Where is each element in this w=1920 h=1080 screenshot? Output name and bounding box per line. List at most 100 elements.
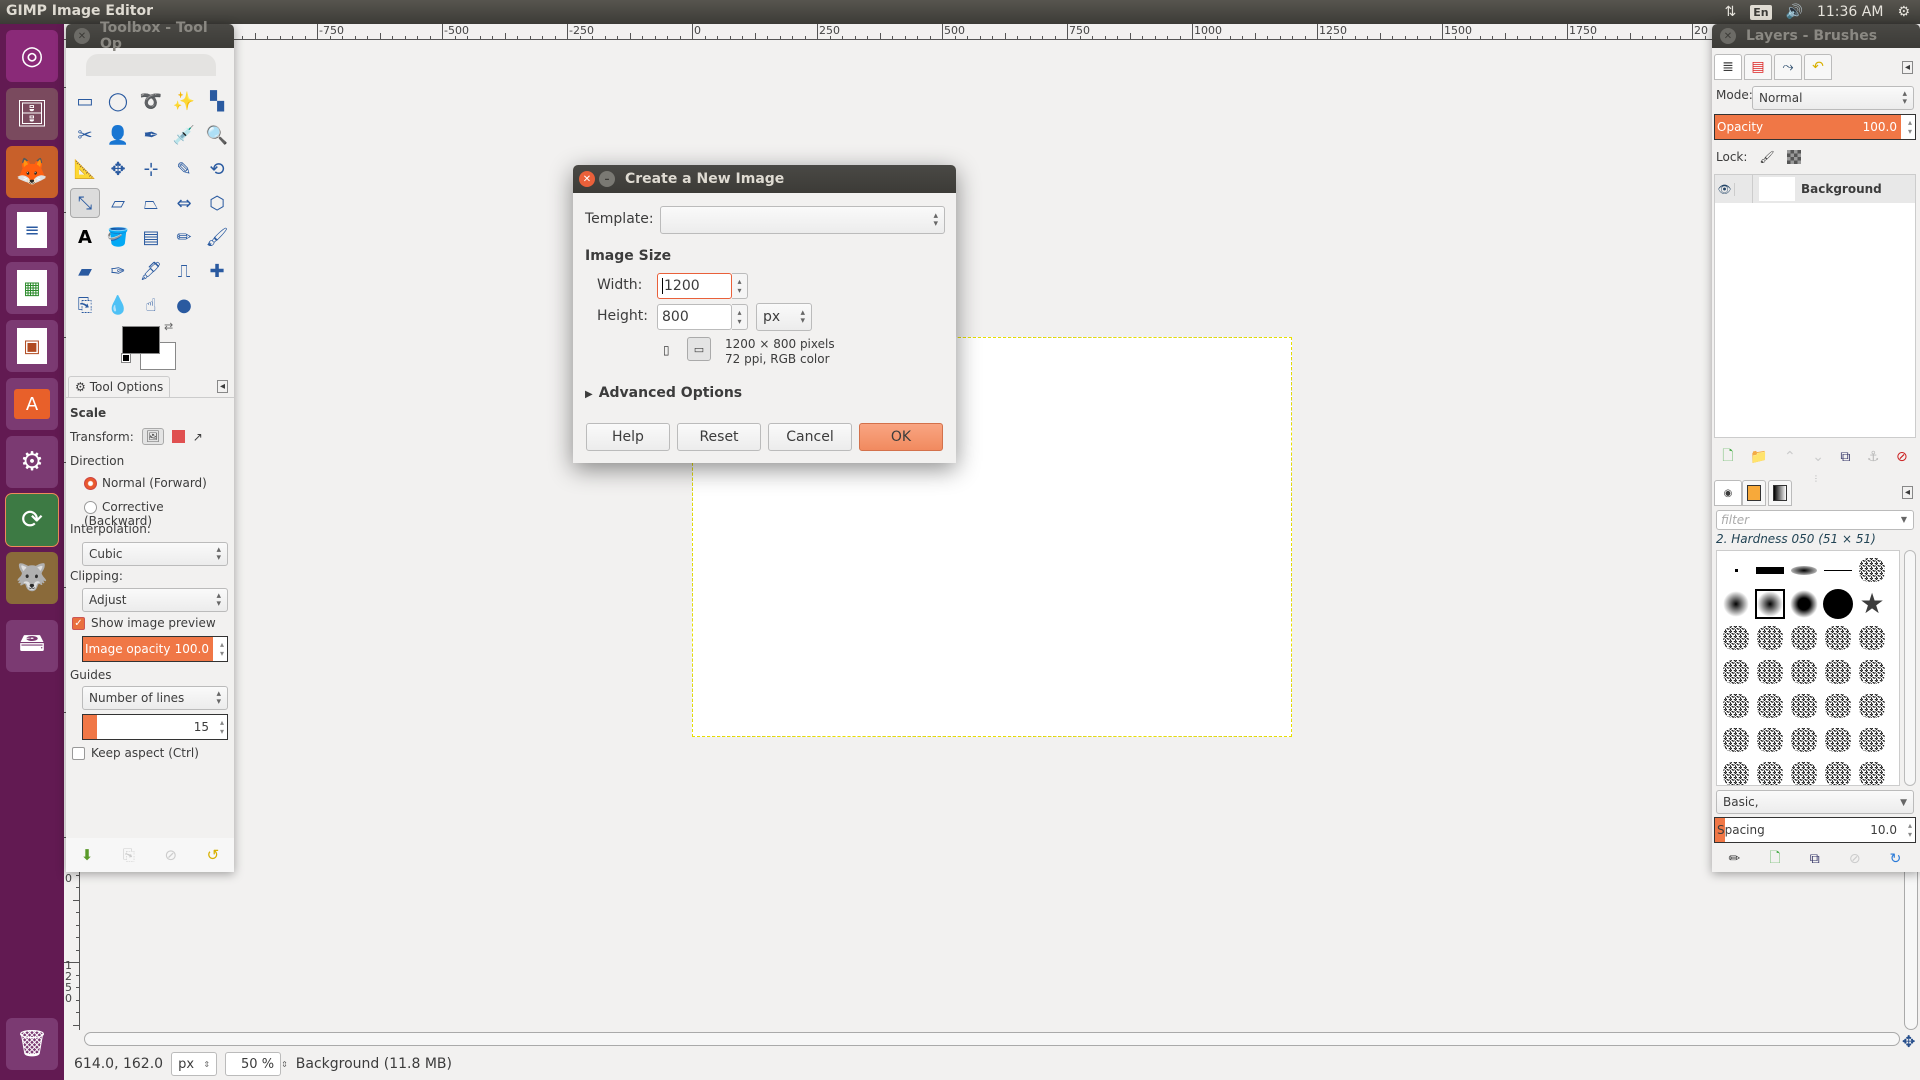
layer-opacity-slider[interactable]: Opacity 100.0 ▴ ▾ [1714, 114, 1916, 140]
zoom-spinner[interactable]: ⇕ [281, 1060, 288, 1069]
tool-shear[interactable]: ▱ [103, 188, 133, 218]
guides-select[interactable]: Number of lines ▴ ▾ [82, 686, 228, 710]
tool-clone[interactable]: ⎍ [169, 256, 199, 286]
lock-pixels-icon[interactable]: 🖌 [1759, 150, 1774, 164]
launcher-trash[interactable]: 🗑 [6, 1018, 58, 1070]
delete-brush-icon[interactable]: ⊘ [1849, 851, 1861, 867]
transform-layer-button[interactable]: 🖼 [141, 428, 164, 445]
new-layer-icon[interactable]: 🗋 [1722, 445, 1733, 469]
interpolation-select[interactable]: Cubic ▴ ▾ [82, 542, 228, 566]
brush-filter-input[interactable]: filter ▼ [1716, 510, 1914, 530]
tab-layers[interactable]: ≣ [1714, 54, 1742, 80]
brush-preview[interactable]: ★ [1857, 589, 1887, 619]
brush-preview[interactable] [1721, 589, 1751, 619]
lock-alpha-icon[interactable] [1786, 150, 1801, 164]
brush-preview[interactable] [1755, 623, 1785, 653]
tool-align[interactable]: ⊹ [136, 154, 166, 184]
tool-airbrush[interactable]: ✑ [103, 256, 133, 286]
height-spinner[interactable]: ▴ ▾ [732, 304, 748, 330]
height-input[interactable]: 800 [657, 304, 732, 330]
unit-select[interactable]: px ▴ ▾ [756, 303, 812, 331]
brush-preview[interactable] [1857, 623, 1887, 653]
direction-normal-radio[interactable]: Normal (Forward) [84, 476, 207, 490]
brush-preview[interactable] [1823, 725, 1853, 755]
tool-perspective-clone[interactable]: ⎘ [70, 290, 100, 320]
chain-toggle[interactable] [1735, 175, 1753, 203]
clock[interactable]: 11:36 AM [1817, 4, 1883, 20]
launcher-software-updater[interactable]: ⟳ [6, 494, 58, 546]
chevron-down-icon[interactable]: ▼ [1901, 511, 1907, 529]
layer-name[interactable]: Background [1801, 182, 1882, 196]
transform-path-button[interactable]: ↗ [193, 430, 203, 444]
brush-preview[interactable] [1721, 725, 1751, 755]
help-button[interactable]: Help [586, 423, 670, 451]
brush-preview[interactable] [1823, 691, 1853, 721]
layer-row[interactable]: 👁 Background [1715, 175, 1915, 203]
launcher-software[interactable]: A [6, 378, 58, 430]
tab-paths[interactable]: ⤳ [1774, 54, 1802, 80]
template-select[interactable]: ▴ ▾ [660, 206, 945, 234]
tab-gradients[interactable] [1768, 480, 1792, 506]
tool-free-select[interactable]: ➰ [136, 86, 166, 116]
portrait-icon[interactable]: ▯ [663, 343, 670, 357]
launcher-files[interactable]: 🗄 [6, 88, 58, 140]
width-spinner[interactable]: ▴ ▾ [732, 273, 748, 299]
tool-heal[interactable]: ✚ [202, 256, 232, 286]
anchor-layer-icon[interactable]: ⚓ [1867, 449, 1880, 465]
transform-selection-button[interactable] [171, 430, 185, 443]
brush-preview[interactable] [1755, 725, 1785, 755]
launcher-system-settings[interactable]: ⚙ [6, 436, 58, 488]
tool-measure[interactable]: 📐 [70, 154, 100, 184]
tool-scale[interactable]: ⤡ [70, 188, 100, 218]
launcher-firefox[interactable]: 🦊 [6, 146, 58, 198]
duplicate-brush-icon[interactable]: ⧉ [1810, 851, 1820, 867]
tool-dodge-burn[interactable]: ● [169, 290, 199, 320]
image-opacity-slider[interactable]: Image opacity 100.0 ▴ ▾ [82, 636, 228, 662]
tab-brushes[interactable]: ◉ [1714, 480, 1742, 506]
layer-mode-select[interactable]: Normal ▴ ▾ [1752, 86, 1914, 110]
landscape-button[interactable]: ▭ [687, 337, 711, 361]
ok-button[interactable]: OK [859, 423, 943, 451]
horizontal-ruler[interactable]: -750 -500 -250 0 250 500 750 1000 1250 1500 1750 20 [64, 24, 1712, 40]
tool-scissors-select[interactable]: ✂ [70, 120, 100, 150]
tab-undo-history[interactable]: ↶ [1804, 54, 1832, 80]
launcher-ubuntu-dash[interactable]: ◎ [6, 30, 58, 82]
swap-colors-icon[interactable]: ⇄ [164, 320, 173, 333]
keyboard-layout-indicator[interactable]: En [1750, 4, 1772, 20]
delete-options-icon[interactable]: ⊘ [165, 846, 178, 864]
network-updown-icon[interactable]: ⇅ [1724, 4, 1736, 20]
brush-preview[interactable] [1823, 657, 1853, 687]
brush-preview[interactable] [1789, 589, 1819, 619]
tool-perspective[interactable]: ⏢ [136, 188, 166, 218]
brush-preview[interactable] [1789, 657, 1819, 687]
tool-blur-sharpen[interactable]: 💧 [103, 290, 133, 320]
brush-preview[interactable] [1721, 657, 1751, 687]
panel-menu-icon[interactable]: ◂ [216, 380, 228, 393]
brush-preview[interactable] [1857, 759, 1887, 785]
delete-layer-icon[interactable]: ⊘ [1896, 449, 1908, 465]
tool-bucket-fill[interactable]: 🪣 [103, 222, 133, 252]
tool-ellipse-select[interactable]: ◯ [103, 86, 133, 116]
brush-preview[interactable] [1789, 691, 1819, 721]
minimize-icon[interactable]: – [599, 171, 615, 187]
close-icon[interactable]: ✕ [1720, 28, 1736, 44]
pane-separator[interactable]: ⋮ [1812, 474, 1820, 483]
edit-brush-icon[interactable]: ✏ [1729, 851, 1741, 867]
brush-preview[interactable] [1755, 691, 1785, 721]
tool-rotate[interactable]: ⟲ [202, 154, 232, 184]
width-input[interactable]: 1200 [657, 273, 732, 299]
brush-preview[interactable] [1823, 555, 1853, 585]
brush-preview[interactable] [1823, 589, 1853, 619]
tool-select-by-color[interactable]: ▚ [202, 86, 232, 116]
restore-options-icon[interactable]: ⎘ [123, 846, 135, 864]
tab-patterns[interactable] [1742, 480, 1766, 506]
new-brush-icon[interactable]: 🗋 [1769, 847, 1780, 871]
tab-channels[interactable]: ▤ [1744, 54, 1772, 80]
brush-preview[interactable] [1789, 623, 1819, 653]
tool-cage-transform[interactable]: ⬡ [202, 188, 232, 218]
foreground-color-swatch[interactable] [122, 326, 160, 354]
brush-scrollbar[interactable] [1904, 550, 1916, 786]
brush-preview[interactable] [1857, 725, 1887, 755]
brush-preview[interactable] [1789, 555, 1819, 585]
toolbox-titlebar[interactable]: ✕ Toolbox - Tool Op [66, 20, 234, 52]
